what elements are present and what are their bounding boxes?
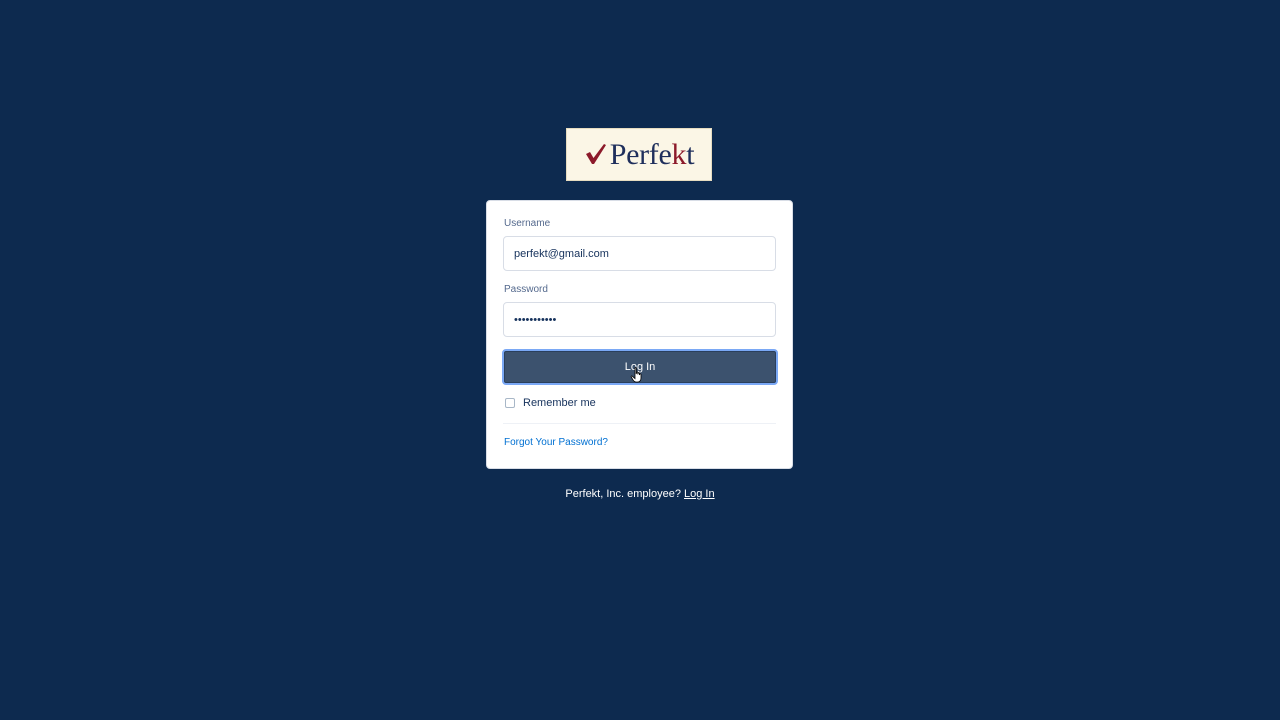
divider (503, 423, 776, 424)
employee-login-link[interactable]: Log In (684, 488, 715, 500)
remember-me-checkbox[interactable] (505, 398, 515, 408)
perfekt-logo: Perfekt (566, 128, 712, 181)
login-card: Username Password Log In Remember me For… (486, 200, 793, 469)
employee-footer: Perfekt, Inc. employee? Log In (0, 488, 1280, 500)
remember-me-label: Remember me (523, 397, 596, 409)
login-page: Perfekt Username Password Log In Remembe… (0, 0, 1280, 720)
remember-me[interactable]: Remember me (505, 397, 596, 409)
hand-pointer-cursor-icon (630, 367, 642, 383)
password-label: Password (504, 284, 548, 295)
forgot-password-link[interactable]: Forgot Your Password? (504, 437, 608, 448)
username-input[interactable] (503, 236, 776, 271)
username-label: Username (504, 218, 551, 229)
checkmark-icon (585, 143, 606, 164)
logo-text: Perfekt (609, 137, 695, 171)
employee-text: Perfekt, Inc. employee? (565, 488, 681, 500)
password-input[interactable] (503, 302, 776, 337)
